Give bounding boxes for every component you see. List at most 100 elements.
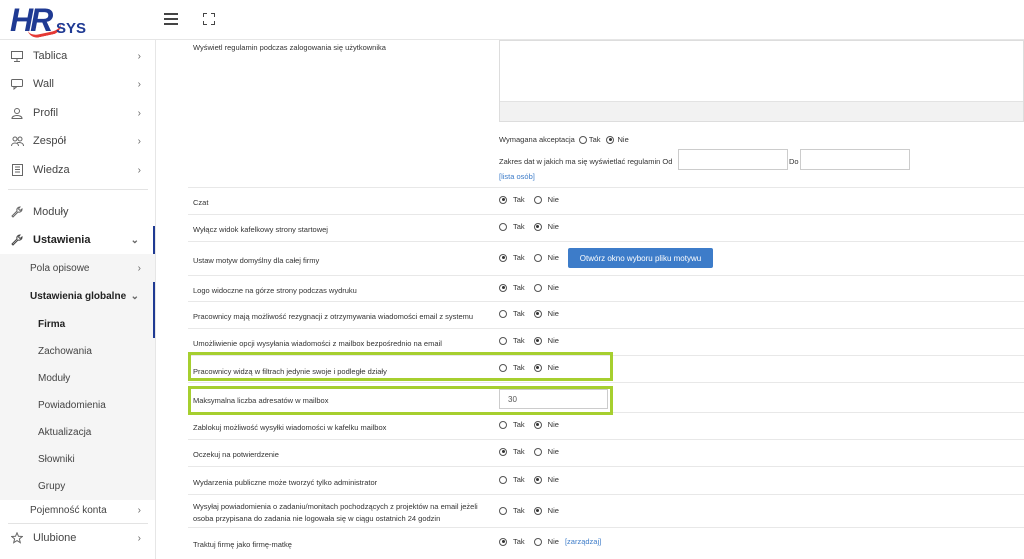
sidebar-sub-grupy[interactable]: Grupy [0,473,155,500]
radio-tak[interactable] [499,475,507,484]
radio-tak[interactable] [499,195,507,204]
radio-nie-label: Nie [547,222,559,231]
settings-row-logo: Logo widoczne na górze strony podczas wy… [188,276,1024,302]
wymagana-tak-radio[interactable] [578,135,587,144]
radio-nie[interactable] [533,309,542,318]
sidebar-item-zespol[interactable]: Zespół › [0,131,155,151]
radio-tak[interactable] [499,537,507,546]
chevron-down-icon: ⌄ [130,290,139,302]
fullscreen-icon[interactable] [203,13,215,25]
date-to-input[interactable] [800,149,910,170]
radio-nie[interactable] [533,222,542,231]
radio-nie[interactable] [533,447,542,456]
row-label: Traktuj firmę jako firmę-matkę [193,540,292,549]
radio-nie[interactable] [533,283,542,292]
settings-row-firma-matka: Traktuj firmę jako firmę-matkę Tak Nie [… [188,528,1024,559]
theme-file-button[interactable]: Otwórz okno wyboru pliku motywu [568,248,713,268]
sidebar-item-wall[interactable]: Wall › [0,74,155,94]
sidebar-item-profil[interactable]: Profil › [0,103,155,123]
chevron-right-icon: › [137,135,141,147]
sidebar-sub-label: Pojemność konta [30,504,107,516]
radio-tak[interactable] [499,253,507,262]
sidebar-item-label: Wiedza [33,164,70,176]
sidebar-item-ustawienia[interactable]: Ustawienia ⌄ [0,226,155,254]
sidebar-item-tablica[interactable]: Tablica › [0,46,155,66]
wrench-icon [10,233,24,247]
radio-nie[interactable] [533,506,542,515]
settings-panel: Wyświetl regulamin podczas zalogowania s… [176,40,1024,559]
sidebar-sub-powiadomienia[interactable]: Powiadomienia [0,392,155,419]
highlight-box [188,386,613,415]
row-label: Oczekuj na potwierdzenie [193,450,279,459]
sidebar-sub-label: Pola opisowe [30,262,90,274]
radio-nie-label: Nie [547,506,559,515]
wrench-icon [10,205,24,219]
sidebar-item-wiedza[interactable]: Wiedza › [0,160,155,180]
sidebar-item-ulubione[interactable]: Ulubione › [0,528,155,548]
sidebar-sub-label: Aktualizacja [38,427,92,438]
row-label: Umożliwienie opcji wysyłania wiadomości … [193,339,442,348]
sidebar-sub-ustawienia-globalne[interactable]: Ustawienia globalne ⌄ [0,282,155,310]
app-logo[interactable]: HR SYS [8,2,90,40]
sidebar-sub-firma[interactable]: Firma [0,310,155,338]
radio-tak[interactable] [499,447,507,456]
zakres-label: Zakres dat w jakich ma się wyświetlać re… [499,157,673,166]
radio-tak[interactable] [499,283,507,292]
sidebar-sub-pojemnosc-konta[interactable]: Pojemność konta › [0,500,155,520]
user-icon [10,106,24,120]
radio-nie[interactable] [533,537,542,546]
radio-tak-label: Tak [513,506,525,515]
radio-tak-label: Tak [513,253,525,262]
wymagana-label: Wymagana akceptacja [499,135,575,144]
sidebar-sub-aktualizacja[interactable]: Aktualizacja [0,419,155,446]
sidebar-sub-zachowania[interactable]: Zachowania [0,338,155,365]
sidebar-sub-label: Firma [38,318,66,330]
sidebar-item-moduly[interactable]: Moduły [0,202,155,222]
radio-nie[interactable] [533,336,542,345]
zarzadzaj-link[interactable]: [zarządzaj] [565,537,601,546]
row-label: Wysyłaj powiadomienia o zadaniu/monitach… [193,502,478,511]
wymagana-nie-radio[interactable] [606,135,615,144]
radio-nie[interactable] [533,420,542,429]
regulamin-textarea[interactable] [499,40,1024,122]
radio-tak-label: Tak [513,283,525,292]
settings-row-czat: Czat Tak Nie [188,188,1024,215]
radio-nie-label: Nie [617,135,629,144]
sidebar-item-label: Tablica [33,50,68,62]
lista-osob-link[interactable]: [lista osób] [499,172,535,181]
radio-tak-label: Tak [513,537,525,546]
date-from-input[interactable] [678,149,788,170]
radio-tak[interactable] [499,336,507,345]
sidebar-sub-label: Ustawienia globalne [30,290,127,302]
sidebar-item-label: Moduły [33,206,69,218]
sidebar-divider [8,523,148,524]
radio-nie-label: Nie [547,253,559,262]
row-label: Wyświetl regulamin podczas zalogowania s… [193,43,386,52]
menu-toggle-icon[interactable] [164,13,178,25]
radio-nie[interactable] [533,195,542,204]
sidebar-sub-label: Grupy [38,481,66,492]
radio-tak-label: Tak [513,309,525,318]
radio-tak[interactable] [499,506,507,515]
sidebar-sub-slowniki[interactable]: Słowniki [0,446,155,473]
radio-tak[interactable] [499,309,507,318]
chevron-right-icon: › [137,262,141,274]
book-icon [10,163,24,177]
radio-tak[interactable] [499,420,507,429]
do-label: Do [789,157,799,166]
settings-row-motyw: Ustaw motyw domyślny dla całej firmy Tak… [188,242,1024,276]
radio-nie-label: Nie [547,309,559,318]
settings-row-powiadomienia-projekty: Wysyłaj powiadomienia o zadaniu/monitach… [188,495,1024,528]
radio-nie[interactable] [533,475,542,484]
radio-nie[interactable] [533,253,542,262]
radio-nie-label: Nie [547,195,559,204]
radio-nie-label: Nie [547,447,559,456]
radio-tak-label: Tak [513,420,525,429]
top-bar: HR SYS [0,0,1024,40]
settings-row-wydarzenia: Wydarzenia publiczne może tworzyć tylko … [188,467,1024,495]
sidebar-sub-moduly[interactable]: Moduły [0,365,155,392]
sidebar-item-label: Ulubione [33,532,77,544]
sidebar-sub-pola-opisowe[interactable]: Pola opisowe › [0,254,155,282]
radio-tak[interactable] [499,222,507,231]
sidebar-divider [8,189,148,190]
